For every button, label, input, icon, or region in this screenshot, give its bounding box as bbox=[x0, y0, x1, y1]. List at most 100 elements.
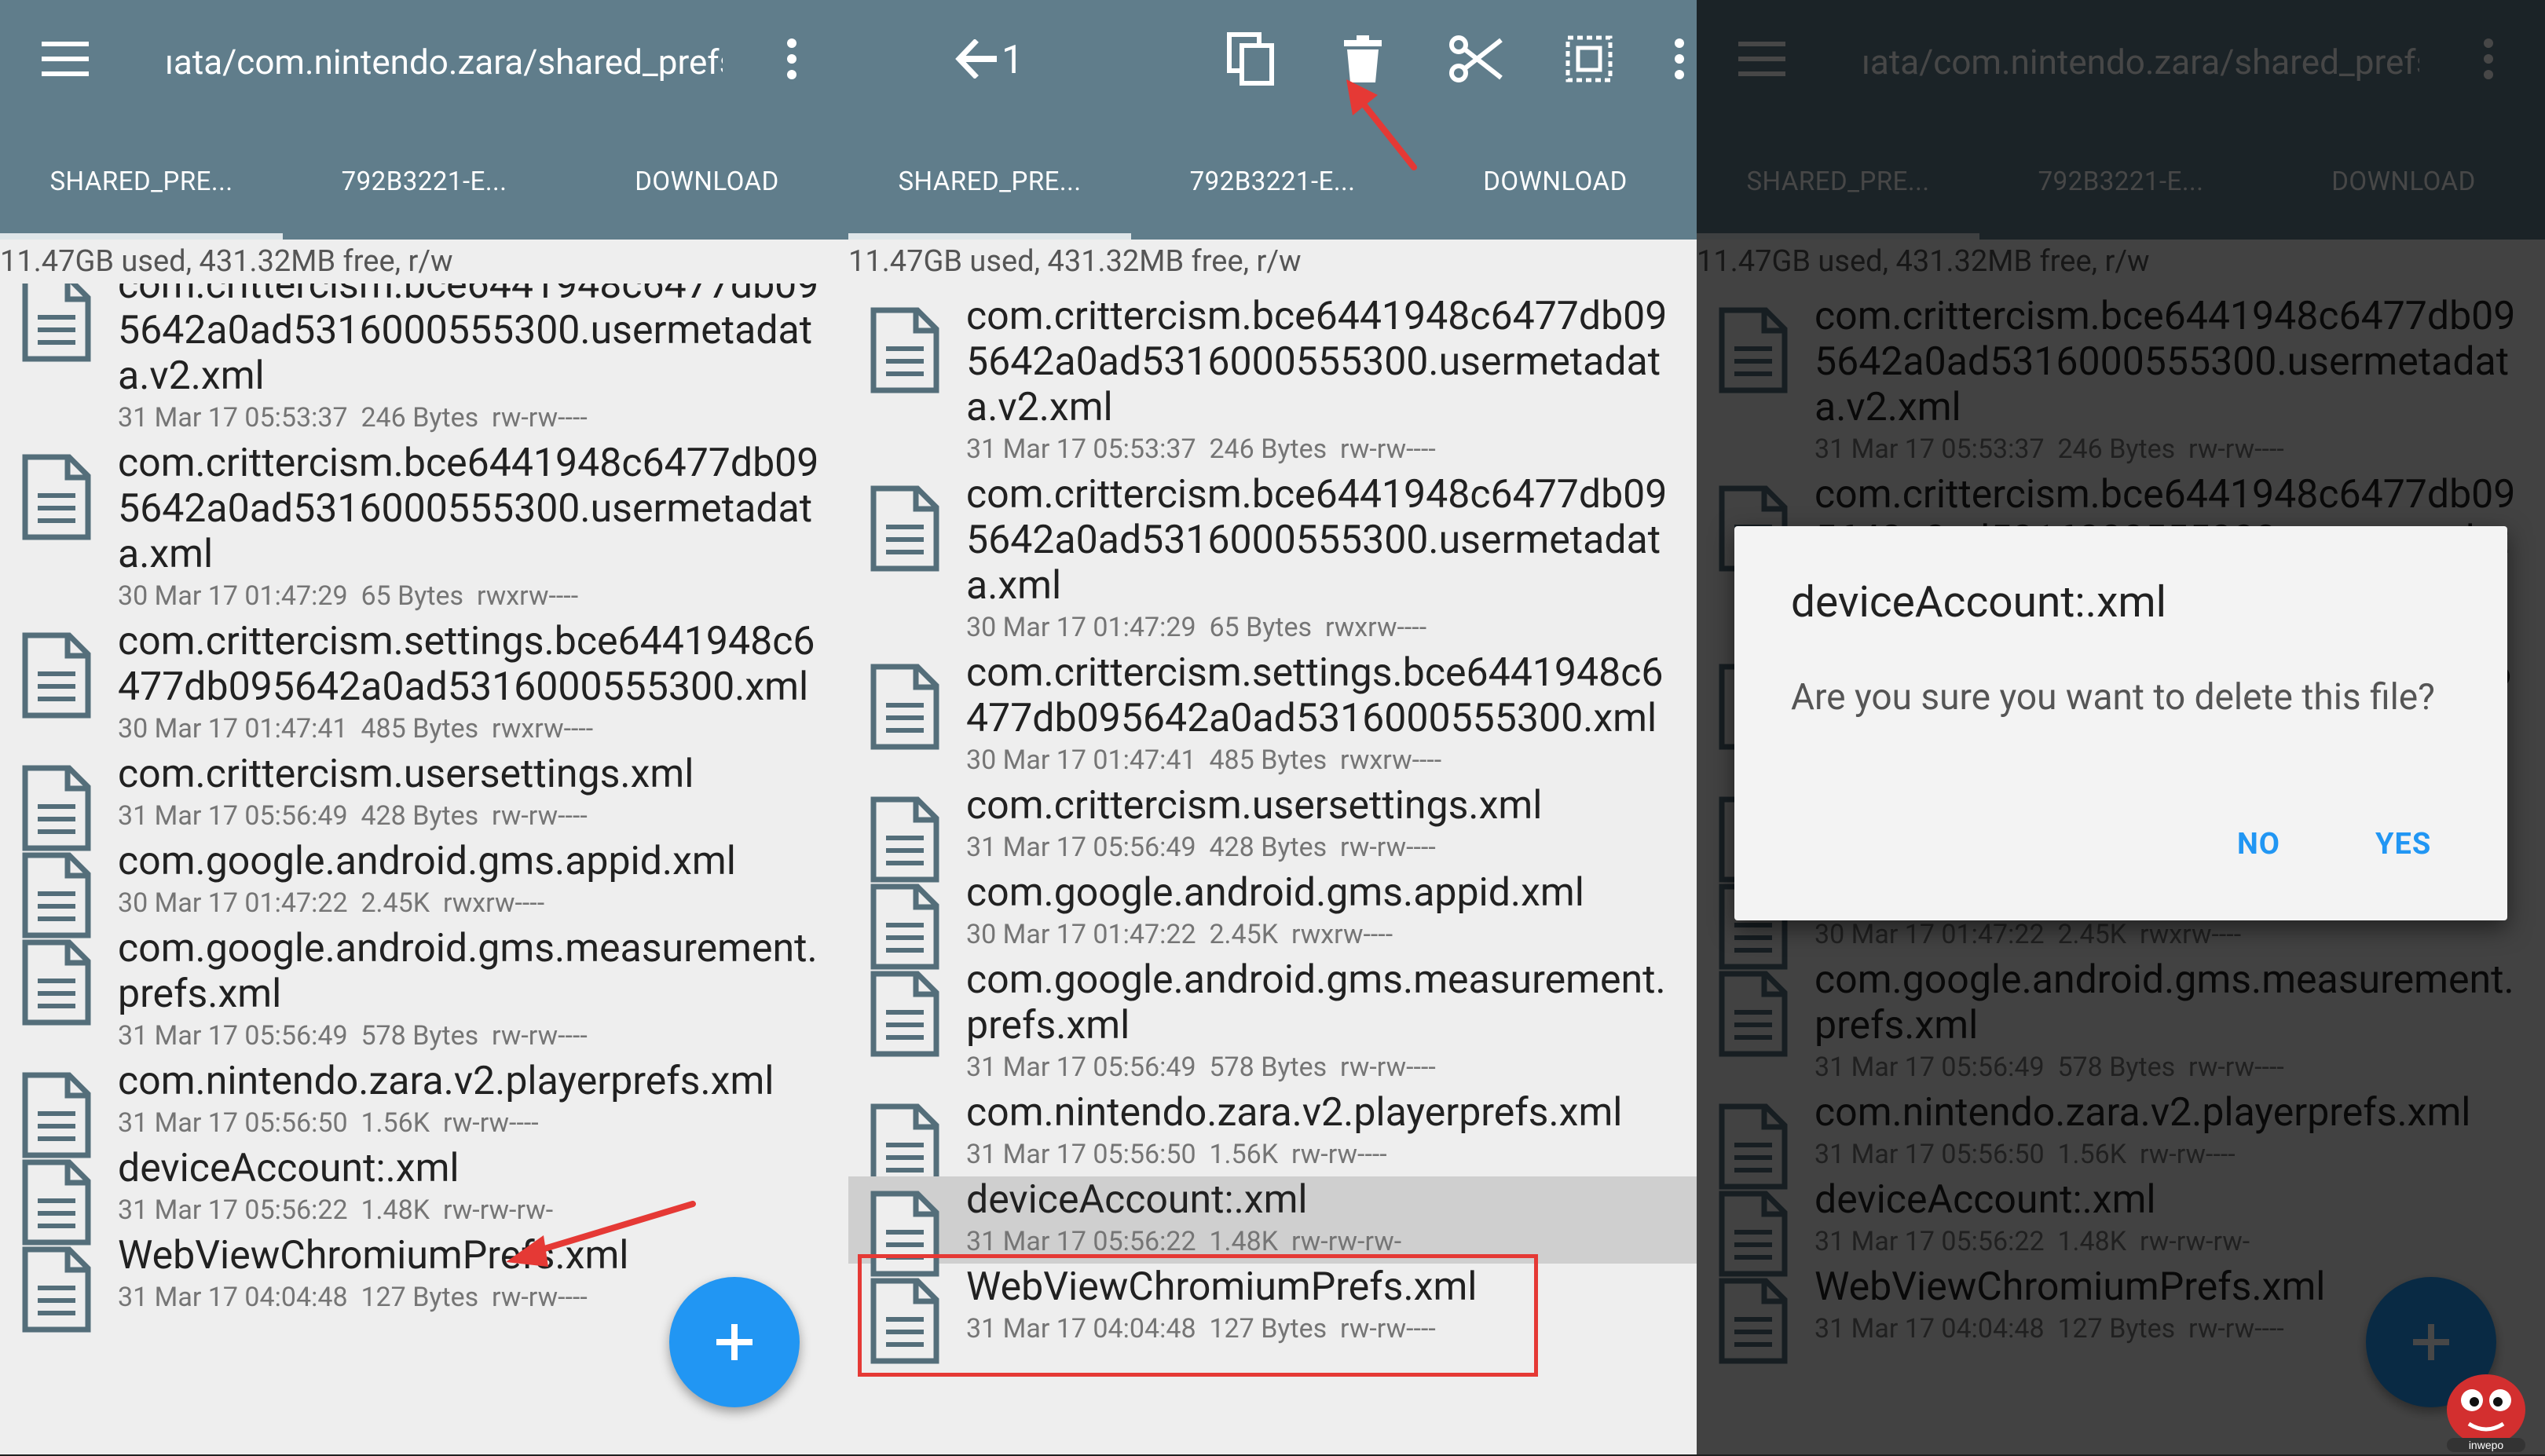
select-all-icon[interactable] bbox=[1554, 24, 1624, 94]
file-name: com.google.android.gms.appid.xml bbox=[966, 870, 1584, 916]
file-date: 31 Mar 17 05:53:37 bbox=[966, 434, 1196, 465]
file-permissions: rw-rw---- bbox=[1340, 1052, 1436, 1083]
plus-icon bbox=[716, 1324, 753, 1360]
file-meta: 30 Mar 17 01:47:41 485 Bytes rwxrw---- bbox=[966, 741, 1697, 782]
tab-download[interactable]: DOWNLOAD bbox=[566, 149, 848, 240]
file-meta: 30 Mar 17 01:47:22 2.45K rwxrw---- bbox=[966, 916, 1697, 957]
file-date: 31 Mar 17 05:56:49 bbox=[118, 800, 348, 832]
file-name: com.crittercism.settings.bce6441948c6477… bbox=[118, 619, 815, 710]
file-name: com.crittercism.bce6441948c6477db095642a… bbox=[966, 472, 1668, 609]
file-permissions: rw-rw---- bbox=[492, 800, 588, 832]
file-permissions: rwxrw---- bbox=[1340, 744, 1442, 776]
file-permissions: rw-rw---- bbox=[1340, 832, 1436, 863]
file-date: 31 Mar 17 05:56:22 bbox=[966, 1226, 1196, 1257]
file-row[interactable]: com.google.android.gms.appid.xml30 Mar 1… bbox=[848, 869, 1697, 970]
file-date: 30 Mar 17 01:47:22 bbox=[966, 919, 1196, 950]
tab-indicator bbox=[0, 233, 283, 240]
file-date: 31 Mar 17 05:56:22 bbox=[118, 1194, 348, 1226]
file-row[interactable]: com.nintendo.zara.v2.playerprefs.xml31 M… bbox=[0, 1058, 848, 1158]
dialog-yes-button[interactable]: YES bbox=[2375, 821, 2431, 868]
file-list-content: com.crittercism.bce6441948c6477db095642a… bbox=[0, 284, 848, 1333]
file-name: com.crittercism.settings.bce6441948c6477… bbox=[966, 650, 1664, 741]
file-meta: 30 Mar 17 01:47:29 65 Bytes rwxrw---- bbox=[118, 577, 848, 618]
selection-app-bar: 1 SHARED_PRE... 792B3221-E... DOWNLOAD bbox=[848, 0, 1697, 240]
file-size: 2.45K bbox=[1209, 919, 1279, 950]
file-name: com.google.android.gms.measurement.prefs… bbox=[966, 957, 1666, 1048]
file-date: 31 Mar 17 05:56:49 bbox=[118, 1020, 348, 1052]
menu-icon[interactable] bbox=[30, 24, 101, 94]
file-date: 30 Mar 17 01:47:22 bbox=[118, 887, 348, 919]
file-icon bbox=[22, 632, 91, 719]
file-permissions: rw-rw---- bbox=[1340, 434, 1436, 465]
file-date: 30 Mar 17 01:47:41 bbox=[118, 713, 348, 744]
file-size: 2.45K bbox=[361, 887, 430, 919]
path-label: ıata/com.nintendo.zara/shared_prefs bbox=[165, 42, 723, 82]
file-icon bbox=[22, 284, 91, 362]
file-icon bbox=[22, 939, 91, 1026]
file-permissions: rw-rw-rw- bbox=[1291, 1226, 1402, 1257]
file-permissions: rw-rw---- bbox=[442, 1107, 539, 1139]
file-row[interactable]: deviceAccount:.xml31 Mar 17 05:56:22 1.4… bbox=[0, 1145, 848, 1246]
file-list-content: com.crittercism.bce6441948c6477db095642a… bbox=[848, 293, 1697, 1364]
file-date: 31 Mar 17 05:56:50 bbox=[118, 1107, 348, 1139]
file-size: 578 Bytes bbox=[1209, 1052, 1327, 1083]
file-size: 246 Bytes bbox=[361, 402, 479, 434]
file-name: WebViewChromiumPrefs.xml bbox=[118, 1233, 629, 1279]
file-name: com.nintendo.zara.v2.playerprefs.xml bbox=[966, 1090, 1623, 1136]
app-bar: ıata/com.nintendo.zara/shared_prefs SHAR… bbox=[0, 0, 848, 240]
file-name: com.crittercism.usersettings.xml bbox=[118, 752, 694, 797]
file-size: 485 Bytes bbox=[361, 713, 479, 744]
dialog-no-button[interactable]: NO bbox=[2237, 821, 2280, 868]
dialog-title: deviceAccount:.xml bbox=[1791, 577, 2167, 627]
add-fab-button[interactable] bbox=[669, 1277, 800, 1407]
copy-icon[interactable] bbox=[1216, 24, 1287, 94]
file-date: 30 Mar 17 01:47:41 bbox=[966, 744, 1196, 776]
file-row[interactable]: com.google.android.gms.measurement.prefs… bbox=[848, 957, 1697, 1089]
file-row[interactable]: com.crittercism.settings.bce6441948c6477… bbox=[0, 618, 848, 751]
file-permissions: rwxrw---- bbox=[476, 580, 579, 612]
file-size: 1.48K bbox=[1209, 1226, 1279, 1257]
file-row[interactable]: com.crittercism.settings.bce6441948c6477… bbox=[848, 649, 1697, 782]
file-row[interactable]: com.crittercism.usersettings.xml31 Mar 1… bbox=[0, 751, 848, 851]
file-name: com.crittercism.usersettings.xml bbox=[966, 783, 1543, 829]
file-name: com.nintendo.zara.v2.playerprefs.xml bbox=[118, 1059, 774, 1104]
selection-count: 1 bbox=[1002, 38, 1024, 83]
file-row[interactable]: com.nintendo.zara.v2.playerprefs.xml31 M… bbox=[848, 1089, 1697, 1190]
annotation-arrow-delete bbox=[1346, 79, 1417, 170]
file-name: com.crittercism.bce6441948c6477db095642a… bbox=[966, 294, 1668, 430]
file-row[interactable]: com.crittercism.bce6441948c6477db095642a… bbox=[0, 440, 848, 618]
file-row[interactable]: com.google.android.gms.appid.xml30 Mar 1… bbox=[0, 838, 848, 938]
overflow-menu-icon[interactable] bbox=[1668, 24, 1691, 94]
file-icon bbox=[870, 971, 939, 1057]
file-size: 428 Bytes bbox=[361, 800, 479, 832]
file-row[interactable]: com.crittercism.bce6441948c6477db095642a… bbox=[0, 284, 848, 440]
tab-bar: SHARED_PRE... 792B3221-E... DOWNLOAD bbox=[848, 149, 1697, 240]
tab-shared-prefs[interactable]: SHARED_PRE... bbox=[848, 149, 1131, 240]
file-row[interactable]: com.google.android.gms.measurement.prefs… bbox=[0, 925, 848, 1058]
file-meta: 31 Mar 17 05:56:49 428 Bytes rw-rw---- bbox=[118, 797, 848, 838]
file-size: 1.56K bbox=[361, 1107, 430, 1139]
file-meta: 31 Mar 17 05:56:50 1.56K rw-rw---- bbox=[118, 1104, 848, 1145]
file-date: 30 Mar 17 01:47:29 bbox=[966, 612, 1196, 643]
cut-icon[interactable] bbox=[1441, 24, 1512, 94]
file-permissions: rw-rw---- bbox=[492, 402, 588, 434]
highlight-selected-file-box bbox=[858, 1254, 1538, 1377]
overflow-menu-icon[interactable] bbox=[756, 24, 827, 94]
file-row[interactable]: com.crittercism.usersettings.xml31 Mar 1… bbox=[848, 782, 1697, 883]
tab-792b3221[interactable]: 792B3221-E... bbox=[283, 149, 566, 240]
storage-info: 11.47GB used, 431.32MB free, r/w bbox=[848, 244, 1302, 279]
file-size: 65 Bytes bbox=[361, 580, 464, 612]
file-name: deviceAccount:.xml bbox=[966, 1177, 1308, 1223]
file-date: 31 Mar 17 05:56:50 bbox=[966, 1139, 1196, 1170]
file-row[interactable]: deviceAccount:.xml31 Mar 17 05:56:22 1.4… bbox=[848, 1176, 1697, 1277]
file-icon bbox=[22, 1246, 91, 1333]
tab-shared-prefs[interactable]: SHARED_PRE... bbox=[0, 149, 283, 240]
tab-download[interactable]: DOWNLOAD bbox=[1414, 149, 1697, 240]
file-icon bbox=[870, 485, 939, 572]
file-size: 65 Bytes bbox=[1209, 612, 1313, 643]
file-meta: 30 Mar 17 01:47:41 485 Bytes rwxrw---- bbox=[118, 710, 848, 751]
file-icon bbox=[870, 664, 939, 750]
delete-confirm-dialog: deviceAccount:.xml Are you sure you want… bbox=[1734, 526, 2507, 920]
file-row[interactable]: com.crittercism.bce6441948c6477db095642a… bbox=[848, 471, 1697, 649]
file-row[interactable]: com.crittercism.bce6441948c6477db095642a… bbox=[848, 293, 1697, 471]
